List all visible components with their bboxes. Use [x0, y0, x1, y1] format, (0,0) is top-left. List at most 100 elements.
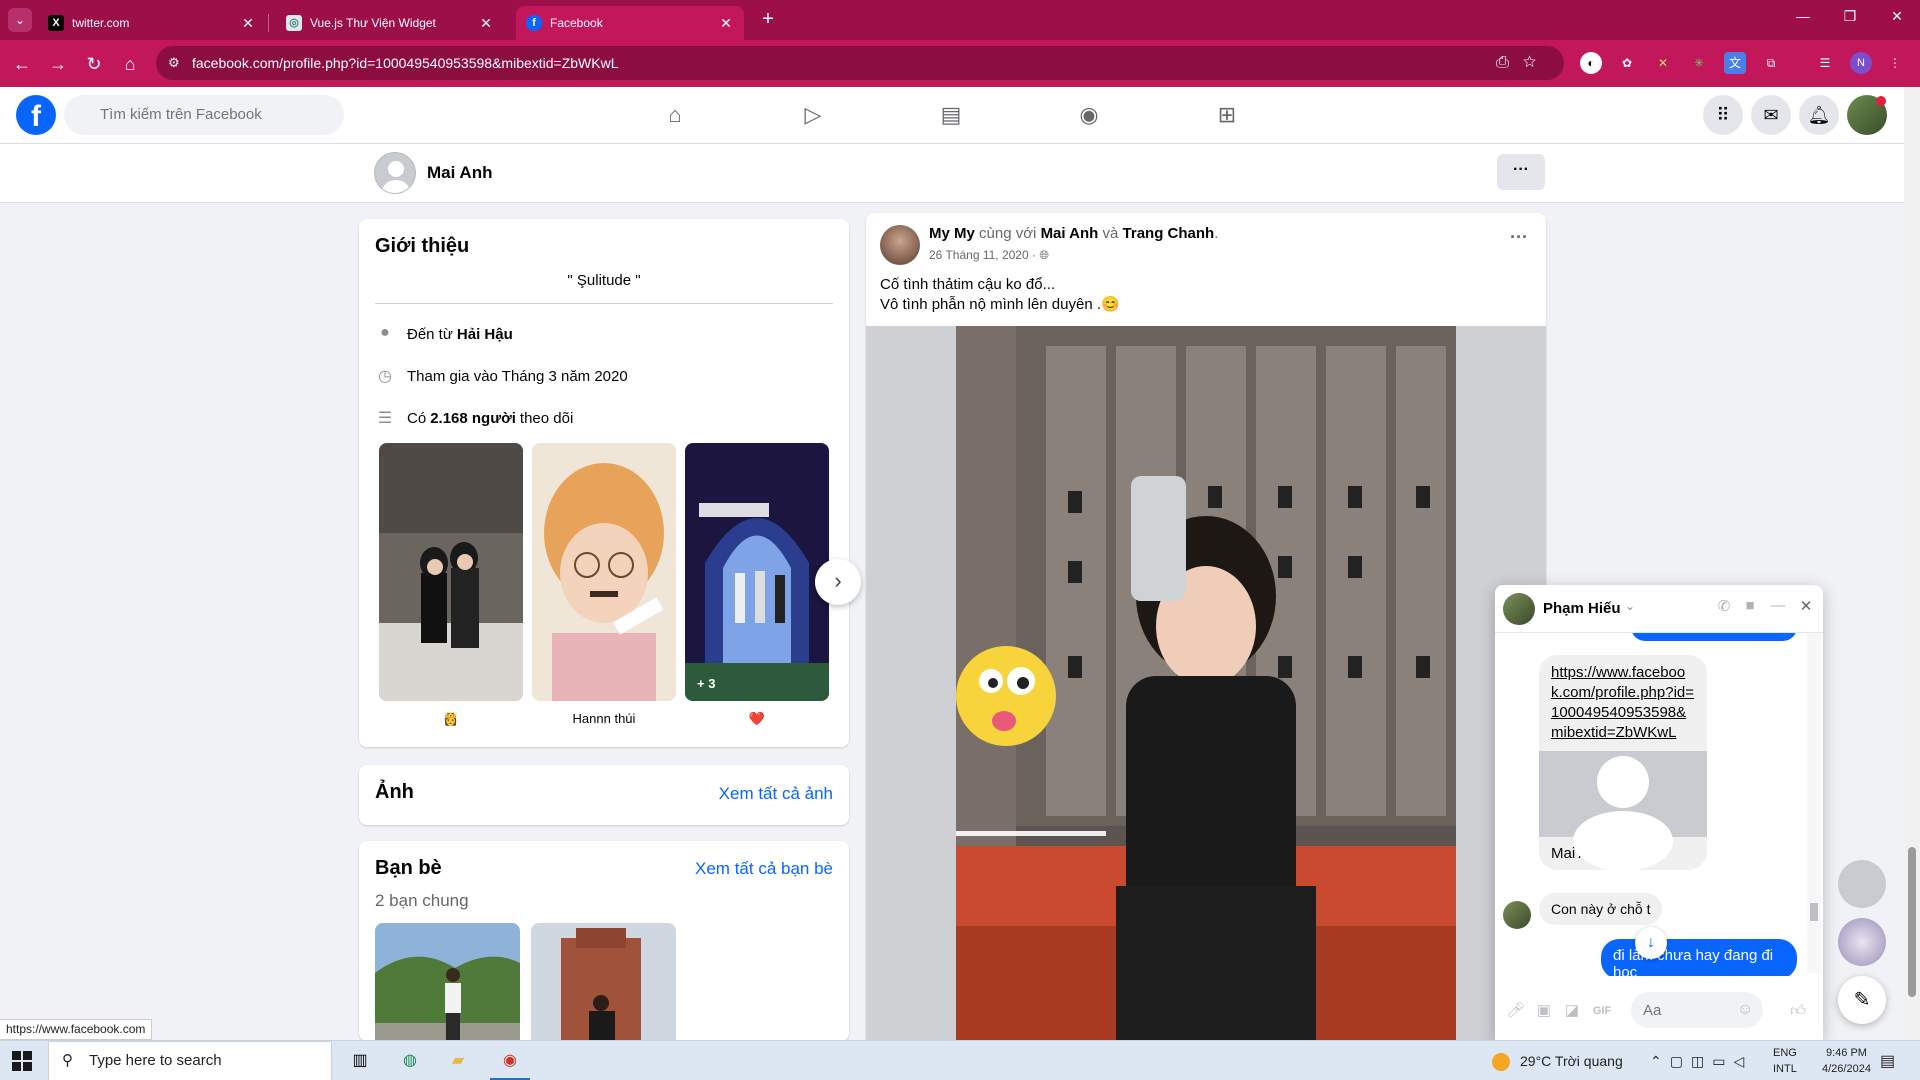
meet-now-icon[interactable]: ▢ [1670, 1053, 1691, 1069]
color-picker-extension-icon[interactable]: ✿ [1616, 52, 1638, 74]
gaming-icon[interactable]: ⊞ [1207, 99, 1247, 131]
tab-vue[interactable]: ◎ Vue.js Thư Viện Widget ✕ [276, 6, 504, 40]
minimize-chat-icon[interactable]: — [1767, 597, 1789, 614]
chat-head-bubble-2[interactable] [1838, 918, 1886, 966]
minimize-icon[interactable]: — [1780, 8, 1826, 24]
post-tag-1[interactable]: Mai Anh [1041, 225, 1099, 242]
close-tab-icon[interactable]: ✕ [478, 15, 494, 32]
see-all-photos-link[interactable]: Xem tất cả ảnh [719, 784, 833, 804]
more-options-button[interactable]: ··· [1497, 154, 1545, 190]
post-photo-container[interactable] [866, 326, 1546, 1040]
browser-profile-avatar[interactable]: N [1850, 52, 1872, 74]
post-author-avatar[interactable] [880, 225, 920, 265]
chat-header[interactable]: Phạm Hiếu ⌄ ✆ ■ — ✕ [1495, 585, 1823, 633]
video-call-icon[interactable]: ■ [1739, 597, 1761, 614]
scroll-down-arrow-icon[interactable]: ↓ [1635, 927, 1667, 959]
network-icon[interactable]: ◫ [1691, 1053, 1712, 1069]
shared-link-url[interactable]: https://www.facebook.com/profile.php?id=… [1539, 655, 1707, 751]
post-author[interactable]: My My [929, 225, 975, 242]
chevron-down-icon[interactable]: ⌄ [1625, 599, 1635, 613]
friend-photo-2[interactable] [531, 923, 676, 1041]
post-options-icon[interactable]: ··· [1510, 227, 1528, 248]
rss-followers-icon: ☰ [377, 410, 393, 427]
featured-collection-2[interactable] [532, 443, 676, 701]
site-info-icon[interactable]: ⚙ [168, 46, 180, 80]
profile-avatar[interactable] [374, 152, 416, 194]
close-window-icon[interactable]: ✕ [1874, 8, 1920, 25]
like-thumb-icon[interactable]: 👍︎ [1787, 1000, 1809, 1022]
windows-start-icon[interactable] [12, 1051, 32, 1071]
page-scrollbar[interactable] [1904, 87, 1920, 1039]
notifications-bell-icon[interactable]: 🔔︎ [1799, 95, 1839, 135]
shared-link-message[interactable]: https://www.facebook.com/profile.php?id=… [1539, 655, 1707, 870]
chevron-up-icon[interactable]: ⌃ [1650, 1053, 1670, 1069]
post-date[interactable]: 26 Tháng 11, 2020 · 🌐︎ [929, 248, 1049, 263]
phone-call-icon[interactable]: ✆ [1713, 597, 1735, 615]
featured-collection-3[interactable]: + 3 [685, 443, 829, 701]
emoji-icon[interactable]: ☺ [1737, 1001, 1753, 1019]
reload-icon[interactable]: ↻ [80, 50, 108, 78]
leaf-extension-icon[interactable]: ✳ [1688, 52, 1710, 74]
shared-link-preview-image[interactable] [1539, 751, 1707, 870]
chat-contact-avatar[interactable] [1503, 593, 1535, 625]
groups-icon[interactable]: ◉ [1069, 99, 1109, 131]
tab-twitter[interactable]: X twitter.com ✕ [38, 6, 266, 40]
close-tab-icon[interactable]: ✕ [240, 15, 256, 32]
close-chat-icon[interactable]: ✕ [1795, 597, 1817, 615]
browser-menu-icon[interactable]: ⋮ [1884, 52, 1906, 74]
microphone-icon[interactable]: 🎤︎ [1505, 1000, 1527, 1022]
language-indicator[interactable]: ENG INTL [1773, 1045, 1797, 1077]
volume-icon[interactable]: ◁ [1733, 1053, 1752, 1069]
page-scrollbar-thumb[interactable] [1908, 847, 1916, 997]
task-view-icon[interactable]: ▥ [346, 1047, 374, 1075]
see-all-friends-link[interactable]: Xem tất cả bạn bè [695, 859, 833, 879]
extensions-puzzle-icon[interactable]: ⧉ [1760, 52, 1782, 74]
chat-head-bubble-1[interactable] [1838, 860, 1886, 908]
install-app-icon[interactable]: ⎙ [1496, 54, 1523, 71]
power-icon[interactable]: ▭ [1712, 1053, 1733, 1069]
back-icon[interactable]: ← [8, 50, 36, 78]
followers-count[interactable]: 2.168 người [430, 410, 516, 427]
photo-attach-icon[interactable]: ▣ [1533, 1000, 1555, 1022]
address-bar[interactable]: ⚙ facebook.com/profile.php?id=1000495409… [156, 46, 1564, 80]
profile-name[interactable]: Mai Anh [427, 163, 492, 183]
forward-icon[interactable]: → [44, 50, 72, 78]
marketplace-icon[interactable]: ▤ [931, 99, 971, 131]
translate-extension-icon[interactable]: 文 [1724, 52, 1746, 74]
home-button-icon[interactable]: ⌂ [116, 50, 144, 78]
edge-browser-icon[interactable]: ◍ [396, 1047, 424, 1075]
file-explorer-icon[interactable]: ▰ [444, 1047, 472, 1075]
video-icon[interactable]: ▷ [793, 99, 833, 131]
friend-photo-1[interactable] [375, 923, 520, 1041]
next-arrow-icon[interactable]: › [815, 559, 861, 605]
from-place[interactable]: Hải Hậu [457, 326, 513, 343]
featured-collection-1[interactable] [379, 443, 523, 701]
chat-scrollbar-thumb[interactable] [1810, 903, 1818, 921]
chat-contact-name[interactable]: Phạm Hiếu [1543, 600, 1621, 617]
taskbar-clock[interactable]: 9:46 PM 4/26/2024 [1822, 1045, 1871, 1077]
action-center-icon[interactable]: ▤ [1880, 1051, 1895, 1071]
gif-icon[interactable]: GIF [1591, 1000, 1613, 1022]
post-tag-2[interactable]: Trang Chanh [1123, 225, 1215, 242]
messenger-icon[interactable]: ✉ [1751, 95, 1791, 135]
new-message-compose-icon[interactable]: ✎ [1838, 976, 1886, 1024]
tab-search-button[interactable]: ⌄ [8, 8, 32, 32]
taskbar-search-box[interactable]: Type here to search [48, 1041, 332, 1080]
chrome-browser-icon[interactable]: ◉ [496, 1047, 524, 1075]
weather-widget[interactable]: 29°C Trời quang [1492, 1041, 1623, 1080]
sticker-icon[interactable]: ◪ [1561, 1000, 1583, 1022]
post-photo[interactable] [956, 326, 1456, 1040]
bookmark-star-icon[interactable]: ☆ [1523, 54, 1550, 71]
close-tab-icon[interactable]: ✕ [718, 15, 734, 32]
menu-grid-icon[interactable]: ⠿ [1703, 95, 1743, 135]
tab-facebook[interactable]: f Facebook ✕ [516, 6, 744, 40]
restore-icon[interactable]: ❐ [1827, 8, 1873, 25]
reading-list-icon[interactable]: ☰ [1814, 52, 1836, 74]
crossed-tools-extension-icon[interactable]: ✕ [1652, 52, 1674, 74]
home-icon[interactable]: ⌂ [655, 99, 695, 131]
new-tab-button[interactable]: + [756, 8, 780, 31]
search-input[interactable] [64, 95, 344, 135]
extension-icon[interactable]: ◐ [1580, 52, 1602, 74]
facebook-logo[interactable]: f [16, 95, 56, 135]
chat-scrollbar[interactable] [1807, 633, 1821, 973]
